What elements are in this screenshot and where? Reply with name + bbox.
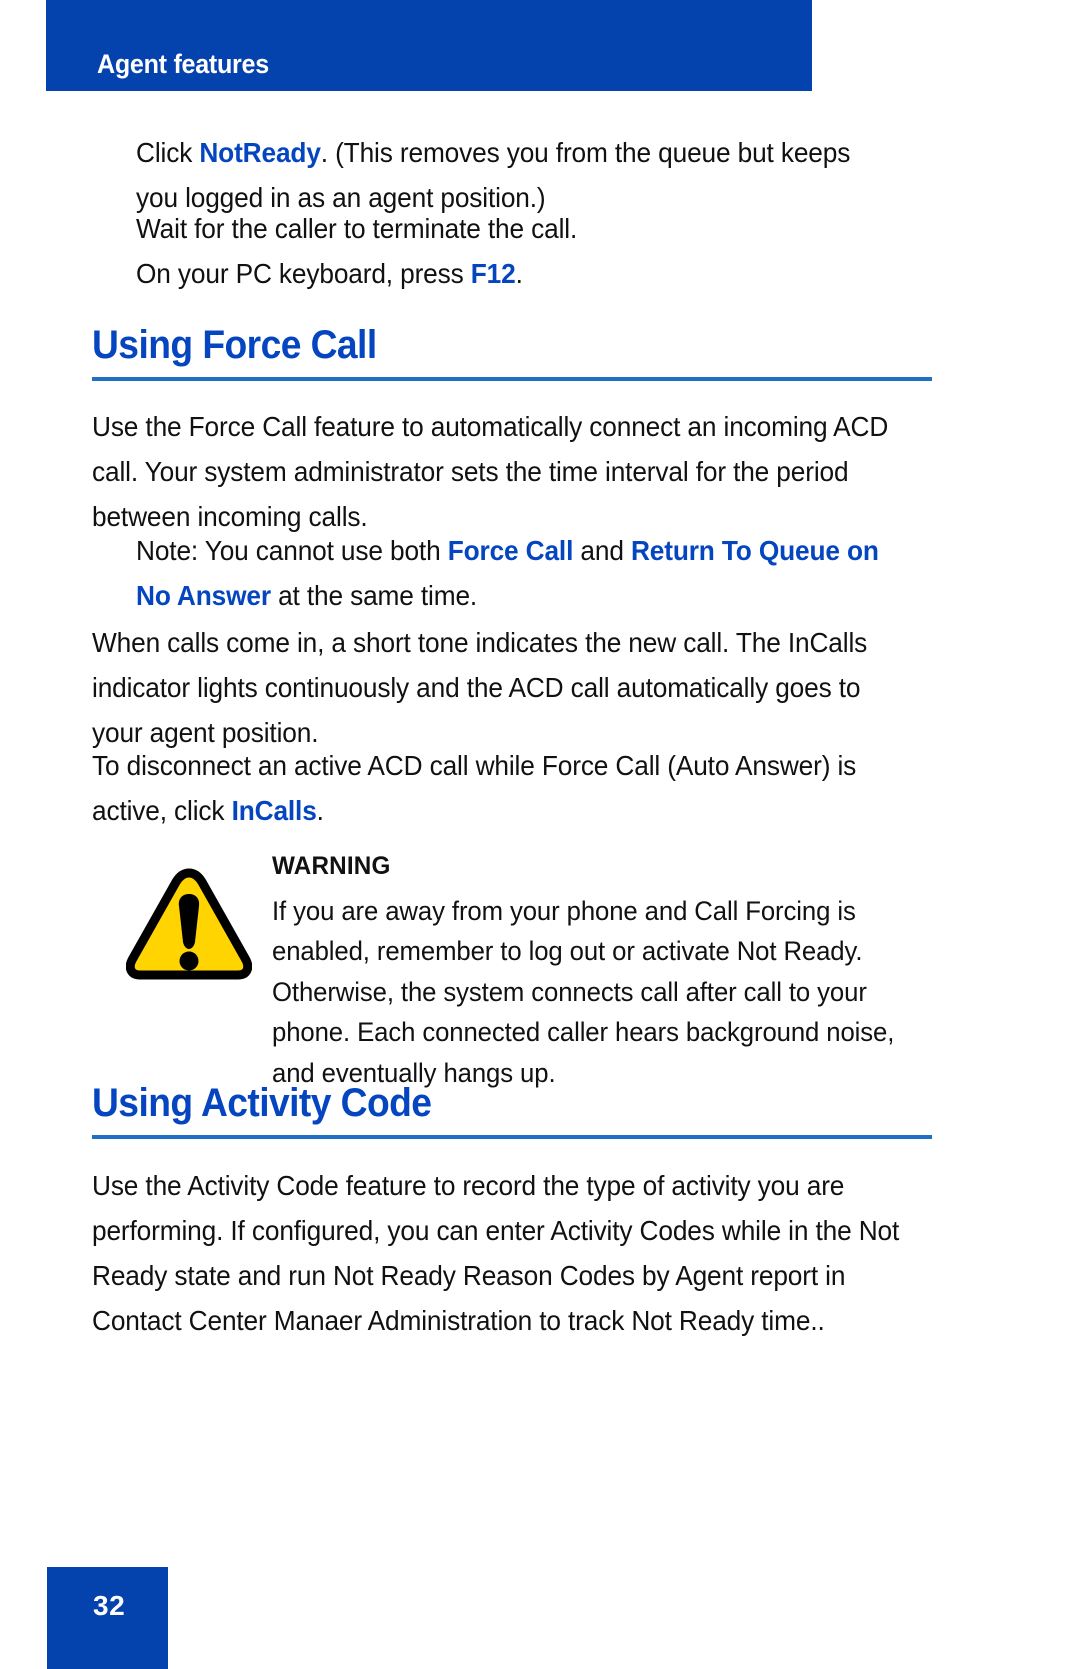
body-2-suffix: .	[316, 795, 324, 826]
warning-label: WARNING	[272, 852, 391, 880]
section-activity-code-title: Using Activity Code	[92, 1081, 432, 1125]
page-number: 32	[93, 1590, 126, 1621]
body-2-prefix: To disconnect an active ACD call while F…	[92, 750, 857, 826]
step-wait-suffix: .	[569, 213, 578, 244]
activity-code-intro: Use the Activity Code feature to record …	[92, 1170, 900, 1336]
notready-term: NotReady	[199, 137, 321, 168]
section-activity-code-rule	[92, 1135, 932, 1139]
step-wait-prefix: Wait for the caller to terminate the cal…	[136, 213, 570, 244]
note-label: Note:	[136, 535, 199, 566]
section-force-call-title: Using Force Call	[92, 323, 377, 367]
step-wait: Wait for the caller to terminate the cal…	[136, 206, 890, 251]
note-text-3: at the same time.	[270, 580, 478, 611]
force-call-note: Note: You cannot use both Force Call and…	[136, 528, 910, 618]
section-activity-code: Using Activity Code	[92, 1080, 932, 1139]
force-call-body-1: When calls come in, a short tone indicat…	[92, 627, 868, 748]
running-header-bar: Agent features	[46, 0, 812, 91]
step-f12-prefix: On your PC keyboard, press	[136, 258, 471, 289]
incalls-term: InCalls	[231, 795, 317, 826]
warning-triangle-icon	[126, 868, 252, 980]
force-call-body-2: To disconnect an active ACD call while F…	[92, 743, 899, 833]
step-notready-prefix: Click	[136, 137, 200, 168]
force-call-intro: Use the Force Call feature to automatica…	[92, 411, 889, 532]
footer-page-box: 32	[47, 1567, 168, 1669]
force-call-term: Force Call	[447, 535, 574, 566]
document-page: Agent features Click NotReady. (This rem…	[0, 0, 1080, 1669]
note-text-2: and	[573, 535, 631, 566]
note-text-1: You cannot use both	[198, 535, 448, 566]
step-f12: On your PC keyboard, press F12.	[136, 251, 890, 296]
step-f12-suffix: .	[515, 258, 523, 289]
f12-term: F12	[470, 258, 516, 289]
section-force-call-rule	[92, 377, 932, 381]
section-force-call: Using Force Call	[92, 322, 932, 381]
warning-text: If you are away from your phone and Call…	[272, 895, 895, 1088]
warning-body: WARNING If you are away from your phone a…	[272, 846, 912, 1093]
running-header-title: Agent features	[97, 49, 269, 79]
